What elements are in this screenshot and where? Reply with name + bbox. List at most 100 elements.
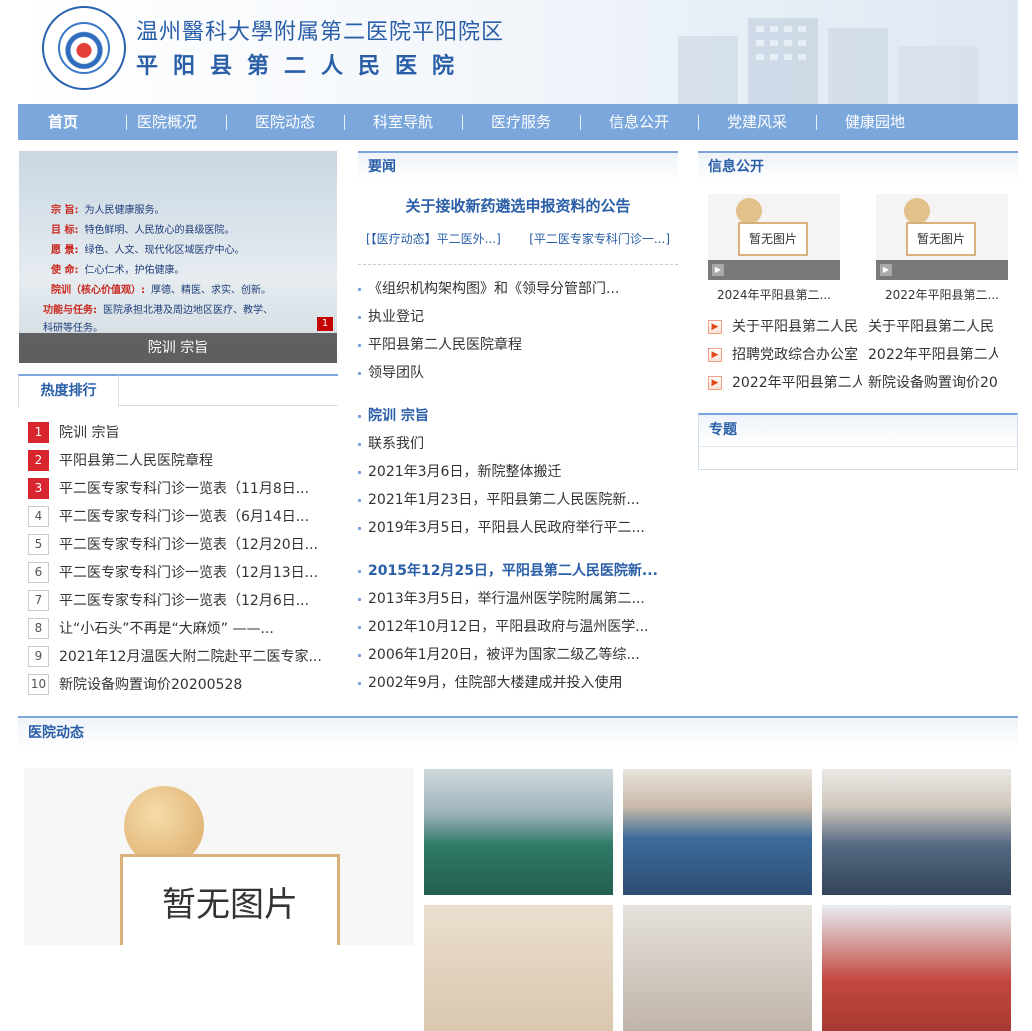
info-heading: 信息公开: [698, 151, 1018, 181]
news-group-title[interactable]: 院训 宗旨: [358, 402, 678, 430]
news-list-1: 《组织机构架构图》和《领导分管部门... 执业登记 平阳县第二人民医院章程 领导…: [358, 275, 678, 387]
no-image-placeholder: 暂无图片: [738, 222, 808, 256]
info-thumbnail[interactable]: 暂无图片 ▶: [708, 194, 840, 280]
list-item[interactable]: 3 平二医专家专科门诊一览表（11月8日...: [28, 474, 328, 502]
rank-badge: 6: [28, 561, 49, 583]
info-link[interactable]: 2022年平阳县第二人: [868, 341, 998, 369]
dynamics-photo-meeting[interactable]: [623, 769, 812, 895]
rank-badge: 9: [28, 645, 49, 667]
rank-badge: 8: [28, 617, 49, 639]
info-row: ▶ 2022年平阳县第二人 新院设备购置询价20: [708, 369, 1008, 397]
rank-badge: 2: [28, 449, 49, 471]
dynamics-photo-auditorium[interactable]: [822, 769, 1011, 895]
news-link[interactable]: 联系我们: [358, 430, 678, 458]
ranking-header: 热度排行: [18, 374, 338, 407]
slideshow[interactable]: 宗 旨: 为人民健康服务。 目 标: 特色鲜明、人民放心的县级医院。 愿 景: 绿色、…: [19, 151, 337, 363]
arrow-right-icon: ▶: [708, 348, 722, 362]
list-item[interactable]: 5 平二医专家专科门诊一览表（12月20日...: [28, 530, 328, 558]
slide-line: 宗 旨: 为人民健康服务。: [51, 205, 165, 216]
slide-line: 使 命: 仁心仁术，护佑健康。: [51, 265, 185, 276]
list-item[interactable]: 9 2021年12月温医大附二院赴平二医专家...: [28, 642, 328, 670]
slide-line: 功能与任务: 医院承担北港及周边地区医疗、教学、: [43, 305, 273, 316]
list-item[interactable]: 8 让“小石头”不再是“大麻烦” ——...: [28, 614, 328, 642]
nav-item-overview[interactable]: 医院概况: [108, 104, 226, 140]
main-nav: 首页 医院概况 医院动态 科室导航 医疗服务 信息公开 党建风采 健康园地: [18, 104, 1018, 140]
hospital-building-illustration: [678, 18, 978, 104]
news-link[interactable]: 2006年1月20日，被评为国家二级乙等综...: [358, 641, 678, 669]
rank-badge: 1: [28, 421, 49, 443]
info-row: ▶ 关于平阳县第二人民 关于平阳县第二人民: [708, 313, 1008, 341]
slide-line: 目 标: 特色鲜明、人民放心的县级医院。: [51, 225, 235, 236]
news-link[interactable]: 2013年3月5日，举行温州医学院附属第二...: [358, 585, 678, 613]
rank-badge: 4: [28, 505, 49, 527]
rank-badge: 5: [28, 533, 49, 555]
tab-hot-ranking[interactable]: 热度排行: [18, 374, 119, 407]
list-item[interactable]: 1 院训 宗旨: [28, 418, 328, 446]
news-list-3: 2015年12月25日，平阳县第二人民医院新... 2013年3月5日，举行温州…: [358, 557, 678, 697]
info-thumbnail[interactable]: 暂无图片 ▶: [876, 194, 1008, 280]
sub-link[interactable]: [【医疗动态】平二医外...]: [366, 230, 501, 247]
slide-line: 科研等任务。: [43, 323, 103, 334]
info-link[interactable]: 关于平阳县第二人民: [732, 313, 862, 341]
rank-badge: 10: [28, 673, 49, 695]
news-link[interactable]: 执业登记: [358, 303, 678, 331]
arrow-right-icon: ▶: [708, 376, 722, 390]
nav-item-medical-services[interactable]: 医疗服务: [462, 104, 580, 140]
news-link[interactable]: 2021年3月6日，新院整体搬迁: [358, 458, 678, 486]
list-item[interactable]: 2 平阳县第二人民医院章程: [28, 446, 328, 474]
dynamics-photo[interactable]: [822, 905, 1011, 1031]
thumb-caption[interactable]: 2024年平阳县第二...: [704, 286, 844, 303]
arrow-right-icon: ▶: [708, 320, 722, 334]
divider: [358, 264, 678, 265]
rank-badge: 3: [28, 477, 49, 499]
news-link[interactable]: 领导团队: [358, 359, 678, 387]
nav-item-dynamics[interactable]: 医院动态: [226, 104, 344, 140]
headline-sub-links: [【医疗动态】平二医外...] [平二医专家专科门诊一...]: [358, 230, 678, 247]
dynamics-photo-surgery[interactable]: [424, 769, 613, 895]
info-row: ▶ 招聘党政综合办公室 2022年平阳县第二人: [708, 341, 1008, 369]
nav-item-health-garden[interactable]: 健康园地: [816, 104, 934, 140]
hospital-name-cn: 温州醫科大學附属第二医院平阳院区: [136, 20, 505, 45]
info-link[interactable]: 2022年平阳县第二人: [732, 369, 862, 397]
nav-item-home[interactable]: 首页: [4, 104, 122, 140]
nav-item-departments[interactable]: 科室导航: [344, 104, 462, 140]
news-group-title[interactable]: 2015年12月25日，平阳县第二人民医院新...: [358, 557, 678, 585]
topic-heading: 专题: [699, 415, 1017, 447]
hospital-name-local: 平阳县第二人民医院: [136, 54, 470, 79]
slide-line: 院训（核心价值观）: 厚德、精医、求实、创新。: [51, 285, 271, 296]
sub-link[interactable]: [平二医专家专科门诊一...]: [529, 230, 670, 247]
hospital-logo[interactable]: [42, 6, 126, 90]
list-item[interactable]: 6 平二医专家专科门诊一览表（12月13日...: [28, 558, 328, 586]
thumb-caption[interactable]: 2022年平阳县第二...: [872, 286, 1012, 303]
news-link[interactable]: 2012年10月12日，平阳县政府与温州医学...: [358, 613, 678, 641]
slide-caption[interactable]: 院训 宗旨: [19, 333, 337, 363]
news-link[interactable]: 平阳县第二人民医院章程: [358, 331, 678, 359]
list-item[interactable]: 10 新院设备购置询价20200528: [28, 670, 328, 698]
info-link[interactable]: 关于平阳县第二人民: [868, 313, 998, 341]
topic-box: 专题: [698, 413, 1018, 470]
news-link[interactable]: 《组织机构架构图》和《领导分管部门...: [358, 275, 678, 303]
site-header: 温州醫科大學附属第二医院平阳院区 平阳县第二人民医院: [18, 0, 1018, 104]
news-heading: 要闻: [358, 151, 678, 181]
dynamics-heading: 医院动态: [18, 716, 1018, 748]
dynamics-feature-image[interactable]: 暂无图片: [24, 768, 414, 945]
headline-link[interactable]: 关于接收新药遴选申报资料的公告: [358, 195, 678, 216]
news-link[interactable]: 2002年9月，住院部大楼建成并投入使用: [358, 669, 678, 697]
slide-index[interactable]: 1: [317, 317, 333, 331]
news-link[interactable]: 2019年3月5日，平阳县人民政府举行平二...: [358, 514, 678, 542]
play-icon: ▶: [880, 264, 892, 276]
list-item[interactable]: 7 平二医专家专科门诊一览表（12月6日...: [28, 586, 328, 614]
nav-item-party-building[interactable]: 党建风采: [698, 104, 816, 140]
news-link[interactable]: 2021年1月23日，平阳县第二人民医院新...: [358, 486, 678, 514]
news-list-2: 院训 宗旨 联系我们 2021年3月6日，新院整体搬迁 2021年1月23日，平…: [358, 402, 678, 542]
dynamics-photo[interactable]: [424, 905, 613, 1031]
rank-badge: 7: [28, 589, 49, 611]
info-link[interactable]: 招聘党政综合办公室: [732, 341, 862, 369]
no-image-placeholder: 暂无图片: [120, 854, 340, 945]
slide-line: 愿 景: 绿色、人文、现代化区域医疗中心。: [51, 245, 245, 256]
dynamics-photo[interactable]: [623, 905, 812, 1031]
play-icon: ▶: [712, 264, 724, 276]
info-link[interactable]: 新院设备购置询价20: [868, 369, 998, 397]
nav-item-info-disclosure[interactable]: 信息公开: [580, 104, 698, 140]
list-item[interactable]: 4 平二医专家专科门诊一览表（6月14日...: [28, 502, 328, 530]
